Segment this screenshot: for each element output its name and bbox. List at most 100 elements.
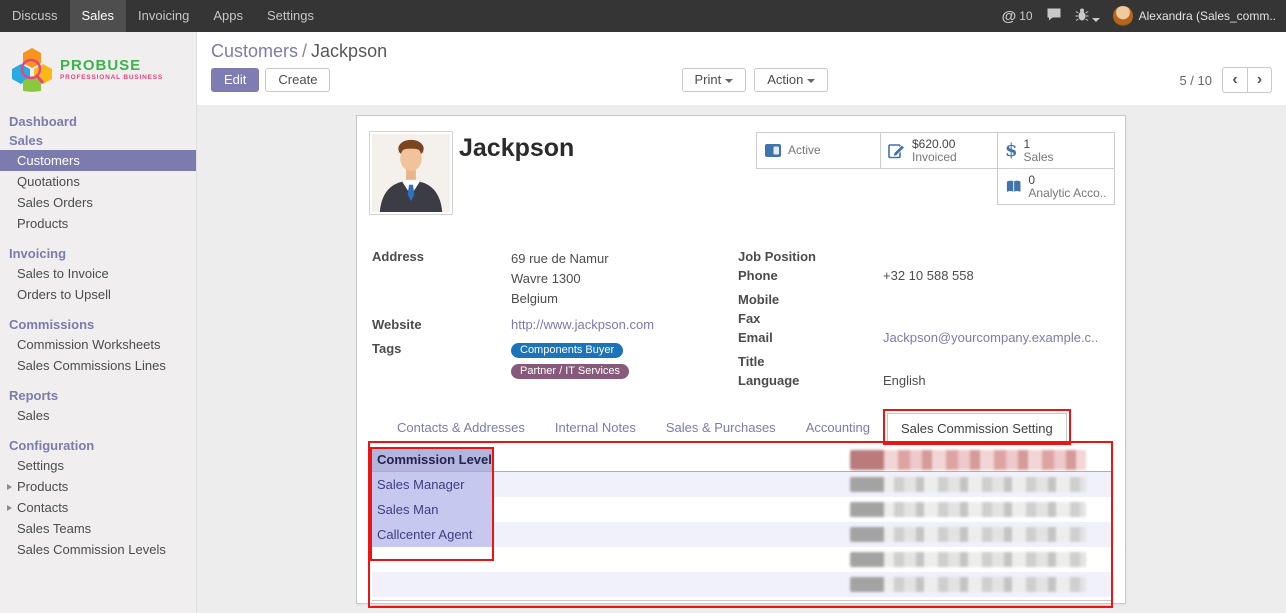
sidebar-item-quotations[interactable]: Quotations [0, 171, 196, 192]
sidebar-heading-sales[interactable]: Sales [0, 131, 196, 150]
menu-apps[interactable]: Apps [201, 0, 255, 32]
sidebar-item-reports-sales[interactable]: Sales [0, 405, 196, 426]
table-row-callcenter-agent[interactable]: Callcenter Agent [372, 522, 1111, 547]
table-header-row: Commission Level [372, 448, 1111, 472]
chevron-down-icon [725, 79, 733, 83]
action-dropdown-button[interactable]: Action [754, 68, 828, 92]
stat-label: Invoiced [912, 151, 957, 164]
customer-photo [369, 131, 453, 215]
website-label: Website [372, 317, 511, 333]
sidebar-item-customers[interactable]: Customers [0, 150, 196, 171]
table-row-empty [372, 572, 1111, 597]
field-phone: Phone +32 10 588 558 [738, 268, 1112, 284]
pager-next-button[interactable]: › [1247, 67, 1272, 93]
menu-sales[interactable]: Sales [70, 0, 127, 32]
sidebar-item-config-contacts[interactable]: Contacts [0, 497, 196, 518]
logo-subtitle: PROFESSIONAL BUSINESS [60, 74, 163, 81]
stat-label: Analytic Acco... [1028, 187, 1107, 200]
edit-button[interactable]: Edit [211, 68, 259, 92]
field-tags: Tags Components Buyer Partner / IT Servi… [372, 341, 738, 383]
invoice-pencil-icon [888, 143, 906, 159]
stat-button-sales[interactable]: $ 1Sales [997, 132, 1115, 169]
field-mobile: Mobile [738, 292, 1112, 308]
create-button[interactable]: Create [265, 68, 330, 92]
tab-contacts-addresses[interactable]: Contacts & Addresses [384, 414, 538, 442]
email-link[interactable]: Jackpson@yourcompany.example.c.. [883, 330, 1098, 346]
breadcrumb-customers-link[interactable]: Customers [211, 41, 298, 61]
print-dropdown-button[interactable]: Print [682, 68, 747, 92]
address-line: Wavre 1300 [511, 269, 609, 289]
tab-internal-notes[interactable]: Internal Notes [542, 414, 649, 442]
sidebar-item-sales-orders[interactable]: Sales Orders [0, 192, 196, 213]
sidebar-item-sales-commissions-lines[interactable]: Sales Commissions Lines [0, 355, 196, 376]
form-view-area: Jackpson Active $620.00Invoiced $ 1Sales… [197, 105, 1286, 613]
breadcrumb-current: Jackpson [311, 41, 387, 61]
sidebar-item-products[interactable]: Products [0, 213, 196, 234]
sidebar-heading-reports[interactable]: Reports [0, 386, 196, 405]
customer-photo-image [372, 134, 450, 212]
control-panel: Customers/Jackpson Edit Create Print Act… [197, 32, 1286, 105]
menu-settings[interactable]: Settings [255, 0, 326, 32]
user-menu[interactable]: Alexandra (Sales_comm.. [1113, 6, 1276, 26]
menu-discuss[interactable]: Discuss [0, 0, 70, 32]
expand-caret-icon [7, 505, 12, 511]
phone-label: Phone [738, 268, 883, 284]
probuse-logo: PROBUSE PROFESSIONAL BUSINESS [0, 32, 196, 102]
sidebar-heading-commissions[interactable]: Commissions [0, 315, 196, 334]
field-groups: Address 69 rue de Namur Wavre 1300 Belgi… [372, 249, 1112, 392]
tag-partner-it-services: Partner / IT Services [511, 364, 629, 379]
bug-icon [1075, 7, 1089, 22]
sidebar-item-label: Contacts [17, 500, 68, 515]
tab-sales-commission-setting[interactable]: Sales Commission Setting [887, 413, 1067, 443]
table-row-sales-manager[interactable]: Sales Manager [372, 472, 1111, 497]
probuse-logo-icon [10, 46, 54, 92]
stat-buttons: Active $620.00Invoiced $ 1Sales 0Analyti… [757, 133, 1115, 205]
field-website: Website http://www.jackpson.com [372, 317, 738, 333]
section-sales: Sales Customers Quotations Sales Orders … [0, 131, 196, 234]
table-row-sales-man[interactable]: Sales Man [372, 497, 1111, 522]
topbar: Discuss Sales Invoicing Apps Settings @ … [0, 0, 1286, 32]
sidebar-item-config-products[interactable]: Products [0, 476, 196, 497]
stat-button-analytic-accounts[interactable]: 0Analytic Acco... [997, 168, 1115, 205]
stat-label: Sales [1024, 151, 1054, 164]
stat-value: $620.00 [912, 138, 957, 151]
user-name: Alexandra (Sales_comm.. [1139, 9, 1276, 23]
email-label: Email [738, 330, 883, 346]
sidebar-heading-invoicing[interactable]: Invoicing [0, 244, 196, 263]
menu-invoicing[interactable]: Invoicing [126, 0, 201, 32]
sidebar-item-sales-commission-levels[interactable]: Sales Commission Levels [0, 539, 196, 560]
field-title: Title [738, 354, 1112, 370]
stat-button-invoiced[interactable]: $620.00Invoiced [880, 132, 998, 169]
sidebar-heading-configuration[interactable]: Configuration [0, 436, 196, 455]
main-area: Customers/Jackpson Edit Create Print Act… [197, 32, 1286, 613]
tab-sales-purchases[interactable]: Sales & Purchases [653, 414, 789, 442]
mentions-button[interactable]: @ 10 [1002, 8, 1033, 25]
table-row-empty [372, 547, 1111, 572]
website-link[interactable]: http://www.jackpson.com [511, 317, 654, 333]
commission-level-cell [372, 572, 492, 597]
sidebar-item-label: Products [17, 479, 68, 494]
table-footer [372, 600, 1111, 606]
sidebar-item-sales-teams[interactable]: Sales Teams [0, 518, 196, 539]
column-header-commission-level[interactable]: Commission Level [372, 448, 492, 471]
sidebar-item-settings[interactable]: Settings [0, 455, 196, 476]
action-label: Action [767, 72, 803, 87]
debug-menu-button[interactable] [1075, 7, 1100, 25]
sidebar-item-orders-to-upsell[interactable]: Orders to Upsell [0, 284, 196, 305]
section-reports: Reports Sales [0, 386, 196, 426]
breadcrumb: Customers/Jackpson [211, 38, 1272, 64]
probuse-logo-text: PROBUSE PROFESSIONAL BUSINESS [60, 58, 163, 81]
tab-accounting[interactable]: Accounting [793, 414, 883, 442]
chat-button[interactable] [1046, 7, 1062, 25]
pager-previous-button[interactable]: ‹ [1222, 67, 1247, 93]
fax-label: Fax [738, 311, 883, 327]
stat-value: 1 [1024, 138, 1054, 151]
address-label: Address [372, 249, 511, 309]
stat-button-active[interactable]: Active [756, 132, 881, 169]
sidebar-heading-dashboard[interactable]: Dashboard [0, 112, 196, 131]
sidebar-item-sales-to-invoice[interactable]: Sales to Invoice [0, 263, 196, 284]
commission-level-cell [372, 547, 492, 572]
sidebar-item-commission-worksheets[interactable]: Commission Worksheets [0, 334, 196, 355]
field-language: Language English [738, 373, 1112, 389]
language-label: Language [738, 373, 883, 389]
